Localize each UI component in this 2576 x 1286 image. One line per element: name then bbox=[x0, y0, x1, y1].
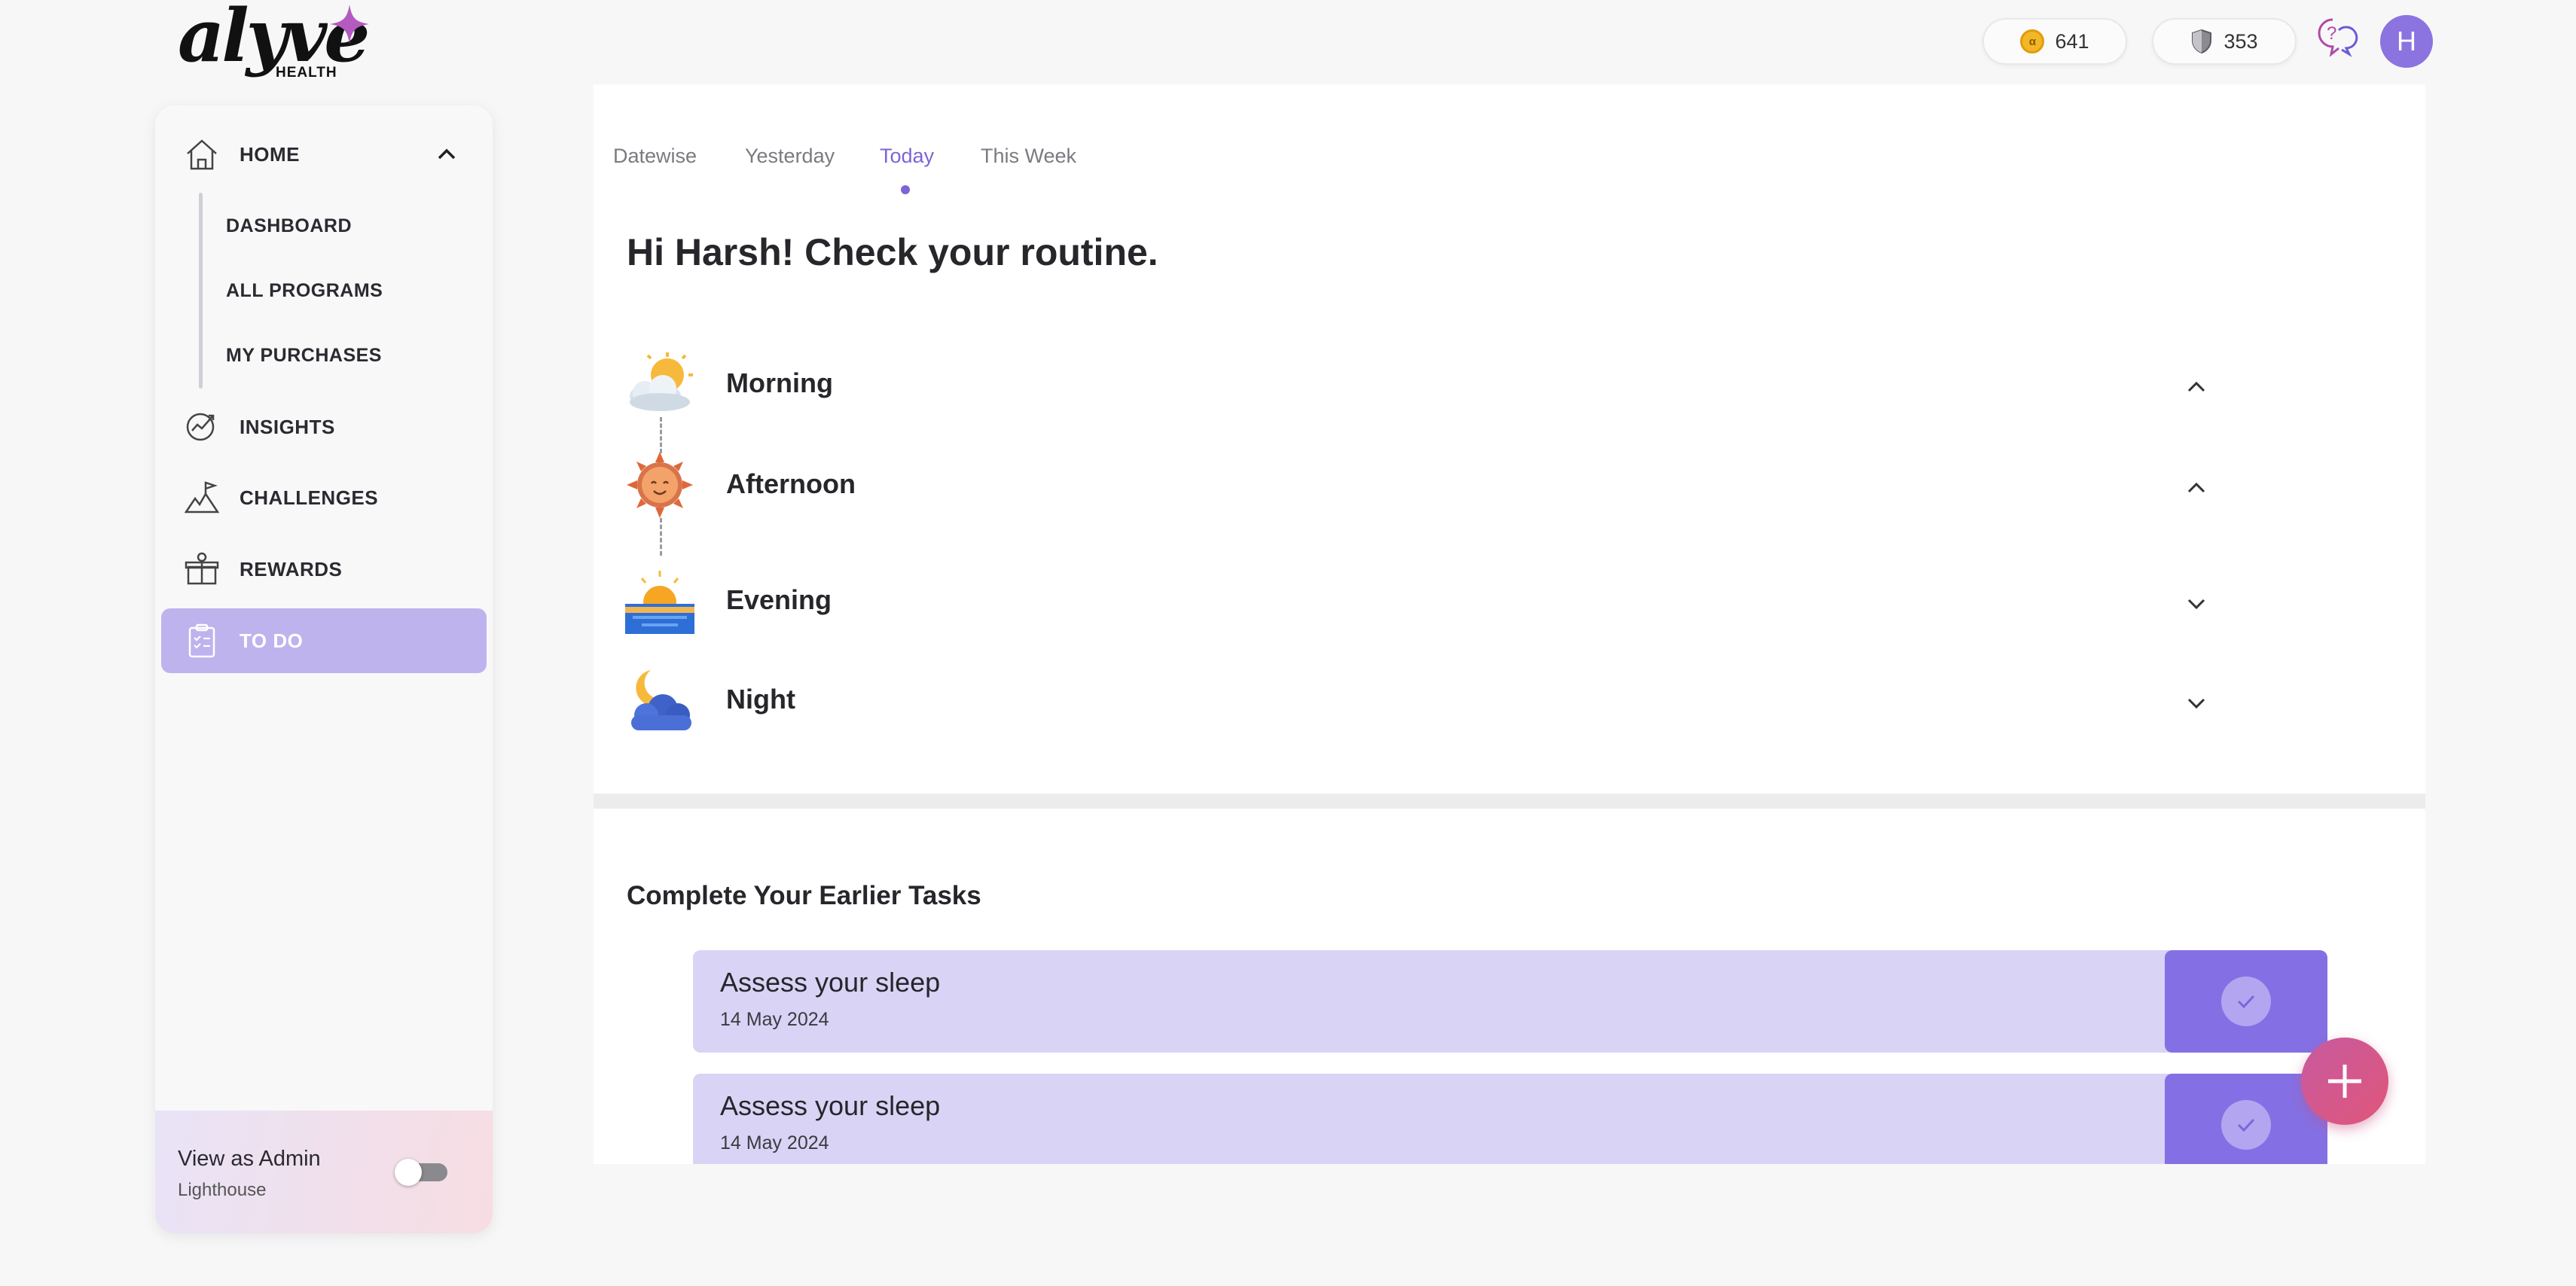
clipboard-icon bbox=[184, 623, 220, 659]
routine-night[interactable]: Night bbox=[625, 666, 2207, 738]
admin-view-panel: View as Admin Lighthouse bbox=[155, 1111, 493, 1233]
routine-name: Afternoon bbox=[726, 468, 856, 499]
check-icon bbox=[2237, 1118, 2255, 1132]
task-name: Assess your sleep bbox=[720, 1090, 941, 1121]
routine-evening[interactable]: Evening bbox=[625, 566, 2207, 638]
tab-this-week[interactable]: This Week bbox=[981, 145, 1076, 168]
chevron-down-icon[interactable] bbox=[2184, 691, 2208, 715]
svg-text:?: ? bbox=[2327, 23, 2336, 44]
routine-name: Morning bbox=[726, 367, 833, 398]
user-avatar[interactable]: H bbox=[2380, 15, 2433, 68]
sidebar-item-label: HOME bbox=[240, 142, 300, 166]
tab-today[interactable]: Today bbox=[880, 145, 934, 168]
sidebar-item-label: TO DO bbox=[240, 629, 304, 652]
sidebar-item-label: INSIGHTS bbox=[240, 415, 335, 438]
sidebar-subitem-my-purchases[interactable]: MY PURCHASES bbox=[226, 345, 382, 367]
sun-behind-cloud-icon bbox=[630, 352, 693, 411]
routine-name: Night bbox=[726, 684, 795, 715]
sidebar-item-label: REWARDS bbox=[240, 557, 343, 581]
coins-value: 641 bbox=[2055, 29, 2089, 53]
submenu-line bbox=[199, 193, 203, 389]
gift-icon bbox=[184, 551, 220, 587]
insights-icon bbox=[184, 409, 220, 445]
sidebar-item-todo[interactable]: TO DO bbox=[161, 608, 487, 673]
sidebar-item-insights[interactable]: INSIGHTS bbox=[155, 395, 493, 459]
check-icon bbox=[2237, 995, 2255, 1009]
admin-view-title: View as Admin bbox=[178, 1147, 321, 1171]
sidebar-item-challenges[interactable]: CHALLENGES bbox=[155, 465, 493, 530]
timeline-connector bbox=[660, 417, 662, 453]
sidebar: HOME DASHBOARD ALL PROGRAMS MY PURCHASES… bbox=[155, 105, 493, 1233]
add-button[interactable] bbox=[2301, 1038, 2388, 1125]
sidebar-item-home[interactable]: HOME bbox=[155, 122, 493, 187]
help-chat-icon[interactable]: ? bbox=[2316, 17, 2358, 59]
coin-icon: α bbox=[2020, 29, 2045, 53]
tab-datewise[interactable]: Datewise bbox=[613, 145, 697, 168]
shield-icon bbox=[2192, 29, 2212, 54]
page-title: Hi Harsh! Check your routine. bbox=[627, 231, 1158, 273]
routine-panel: Datewise Yesterday Today This Week Hi Ha… bbox=[594, 84, 2425, 794]
tab-yesterday[interactable]: Yesterday bbox=[745, 145, 835, 168]
chevron-up-icon[interactable] bbox=[2184, 476, 2208, 500]
sun-face-icon bbox=[627, 452, 693, 518]
sparkle-icon bbox=[330, 5, 369, 44]
home-icon bbox=[184, 136, 220, 172]
coins-counter[interactable]: α 641 bbox=[1982, 18, 2127, 65]
task-card[interactable]: Assess your sleep 14 May 2024 bbox=[693, 1074, 2327, 1164]
challenges-flag-icon bbox=[184, 480, 220, 516]
sidebar-item-label: CHALLENGES bbox=[240, 486, 379, 509]
routine-afternoon[interactable]: Afternoon bbox=[625, 450, 2207, 523]
moon-cloud-icon bbox=[631, 670, 691, 730]
alyve-health-logo[interactable]: alyve HEALTH bbox=[178, 0, 374, 84]
section-divider bbox=[594, 794, 2425, 809]
admin-view-subtitle: Lighthouse bbox=[178, 1180, 267, 1200]
task-card[interactable]: Assess your sleep 14 May 2024 bbox=[693, 950, 2327, 1053]
logo-subtitle: HEALTH bbox=[276, 65, 337, 81]
timeline-connector bbox=[660, 518, 662, 556]
routine-morning[interactable]: Morning bbox=[625, 349, 2207, 422]
sidebar-subitem-all-programs[interactable]: ALL PROGRAMS bbox=[226, 280, 383, 302]
sidebar-item-rewards[interactable]: REWARDS bbox=[155, 537, 493, 602]
task-date: 14 May 2024 bbox=[720, 1132, 829, 1153]
section-title: Complete Your Earlier Tasks bbox=[627, 881, 981, 910]
plus-icon bbox=[2328, 1065, 2361, 1098]
admin-view-toggle[interactable] bbox=[395, 1159, 449, 1186]
earlier-tasks-panel: Complete Your Earlier Tasks Assess your … bbox=[594, 809, 2425, 1164]
active-tab-indicator bbox=[901, 185, 910, 194]
shields-value: 353 bbox=[2223, 29, 2258, 53]
task-date: 14 May 2024 bbox=[720, 1009, 829, 1030]
sunset-icon bbox=[625, 571, 694, 634]
chevron-up-icon[interactable] bbox=[435, 143, 458, 169]
routine-name: Evening bbox=[726, 584, 832, 615]
shields-counter[interactable]: 353 bbox=[2152, 18, 2297, 65]
chevron-down-icon[interactable] bbox=[2184, 592, 2208, 616]
task-name: Assess your sleep bbox=[720, 967, 941, 998]
mark-done-button[interactable] bbox=[2165, 950, 2327, 1053]
chevron-up-icon[interactable] bbox=[2184, 375, 2208, 399]
sidebar-subitem-dashboard[interactable]: DASHBOARD bbox=[226, 215, 352, 237]
